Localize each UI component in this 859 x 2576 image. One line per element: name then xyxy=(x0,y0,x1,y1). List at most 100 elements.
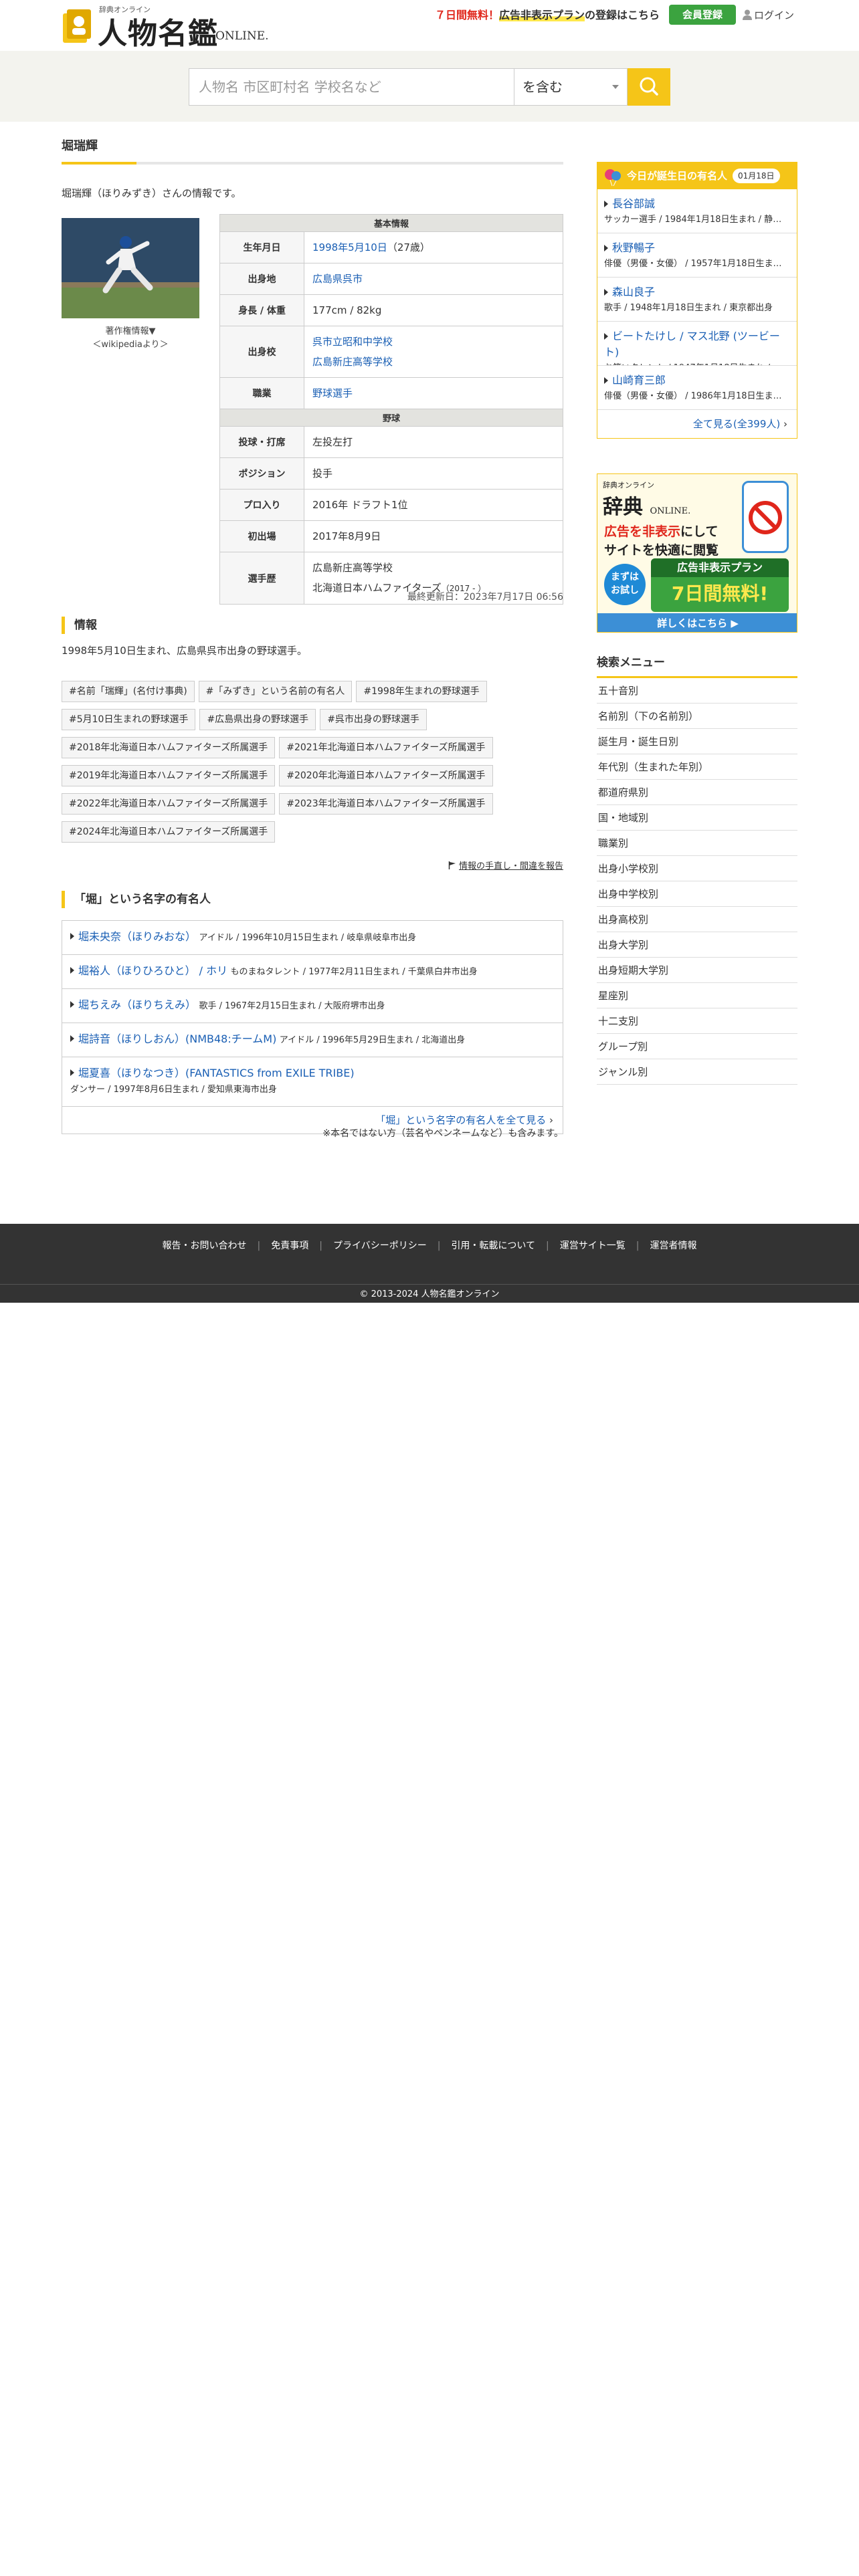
list-item: 堀未央奈（ほりみおな） アイドル / 1996年10月15日生まれ / 岐阜県岐… xyxy=(62,921,563,955)
tag[interactable]: #2018年北海道日本ハムファイターズ所属選手 xyxy=(62,737,276,758)
triangle-icon xyxy=(604,333,608,340)
copyright-info-link[interactable]: 著作権情報▼ xyxy=(62,325,199,338)
search-mode-select[interactable]: を含む xyxy=(514,68,628,106)
tag[interactable]: #「みずき」という名前の有名人 xyxy=(198,681,353,702)
ad-logo-small: 辞典オンライン xyxy=(603,481,654,490)
ad-banner[interactable]: 辞典オンライン 辞典 ONLINE. 広告を非表示にして サイトを快適に閲覧 まずは… xyxy=(597,473,797,633)
title-divider-accent xyxy=(62,162,136,165)
info-heading: 情報 xyxy=(62,617,97,634)
menu-item[interactable]: 出身短期大学別 xyxy=(597,958,797,983)
login-link[interactable]: ログイン xyxy=(743,8,794,22)
triangle-icon xyxy=(604,377,608,384)
list-item: 森山良子 歌手 / 1948年1月18日生まれ / 東京都出身 xyxy=(597,278,797,322)
menu-item[interactable]: 出身大学別 xyxy=(597,932,797,958)
person-meta: ものまねタレント / 1977年2月11日生まれ / 千葉県白井市出身 xyxy=(230,967,478,977)
birthdate-link[interactable]: 1998年5月10日 xyxy=(312,241,387,253)
menu-item[interactable]: 職業別 xyxy=(597,831,797,856)
footer-link[interactable]: 引用・転載について xyxy=(451,1241,535,1251)
footer-link[interactable]: 運営サイト一覧 xyxy=(560,1241,626,1251)
triangle-icon xyxy=(70,1035,74,1042)
site-header: 辞典オンライン 人物名鑑 ONLINE. ７日間無料！広告非表示プランの登録はこ… xyxy=(0,0,859,51)
search-mode-value: を含む xyxy=(522,79,563,95)
ad-cta-button[interactable]: 詳しくはこちら ▶ xyxy=(597,613,797,632)
menu-item[interactable]: 名前別（下の名前別） xyxy=(597,704,797,729)
person-photo[interactable] xyxy=(62,218,199,318)
list-item: 堀裕人（ほりひろひと） / ホリ ものまねタレント / 1977年2月11日生ま… xyxy=(62,955,563,989)
menu-item[interactable]: 年代別（生まれた年別） xyxy=(597,754,797,780)
school-link-1[interactable]: 呉市立昭和中学校 xyxy=(312,332,555,352)
person-link[interactable]: 堀夏喜（ほりなつき）(FANTASTICS from EXILE TRIBE) xyxy=(78,1067,355,1079)
person-link[interactable]: 森山良子 xyxy=(612,286,655,298)
ad-logo: 辞典オンライン辞典 ONLINE. xyxy=(603,479,690,520)
tag[interactable]: #2021年北海道日本ハムファイターズ所属選手 xyxy=(279,737,493,758)
birthday-see-all-link[interactable]: 全て見る(全399人) › xyxy=(597,410,797,438)
menu-item[interactable]: 出身小学校別 xyxy=(597,856,797,881)
tag[interactable]: #5月10日生まれの野球選手 xyxy=(62,709,196,730)
triangle-icon xyxy=(70,1069,74,1076)
list-item: 堀夏喜（ほりなつき）(FANTASTICS from EXILE TRIBE) ダ… xyxy=(62,1057,563,1107)
job-label: 職業 xyxy=(219,377,304,409)
menu-item[interactable]: 星座別 xyxy=(597,983,797,1008)
person-link[interactable]: 堀裕人（ほりひろひと） / ホリ xyxy=(78,964,227,977)
footer-link[interactable]: 運営者情報 xyxy=(650,1241,696,1251)
ad-try-1: まずは xyxy=(611,572,639,582)
promo-link[interactable]: ７日間無料！広告非表示プランの登録はこちら xyxy=(435,6,660,22)
menu-item[interactable]: 国・地域別 xyxy=(597,805,797,831)
person-link[interactable]: 山崎育三郎 xyxy=(612,374,666,387)
info-text: 1998年5月10日生まれ、広島県呉市出身の野球選手。 xyxy=(62,645,307,657)
menu-item[interactable]: 都道府県別 xyxy=(597,780,797,805)
school-link-2[interactable]: 広島新庄高等学校 xyxy=(312,352,555,372)
ad-logo-text: 辞典 xyxy=(603,496,643,519)
footer-link[interactable]: プライバシーポリシー xyxy=(333,1241,427,1251)
origin-link[interactable]: 広島県呉市 xyxy=(312,273,363,285)
ad-logo-online: ONLINE. xyxy=(650,506,691,516)
ad-line1-rest: にして xyxy=(680,524,719,539)
person-link[interactable]: 秋野暢子 xyxy=(612,241,655,254)
triangle-icon xyxy=(604,201,608,207)
tag[interactable]: #2024年北海道日本ハムファイターズ所属選手 xyxy=(62,821,276,843)
page-title: 堀瑞輝 xyxy=(62,139,98,153)
tag[interactable]: #2022年北海道日本ハムファイターズ所属選手 xyxy=(62,793,276,815)
tag-list: #名前「瑞輝」(名付け事典) #「みずき」という名前の有名人 #1998年生まれの野… xyxy=(62,681,563,849)
register-button[interactable]: 会員登録 xyxy=(669,5,736,25)
tag[interactable]: #呉市出身の野球選手 xyxy=(320,709,427,730)
menu-item[interactable]: 出身中学校別 xyxy=(597,881,797,907)
site-logo[interactable]: 辞典オンライン 人物名鑑 ONLINE. xyxy=(60,3,269,51)
person-link[interactable]: 堀詩音（ほりしおん）(NMB48:チームM) xyxy=(78,1033,276,1045)
tag[interactable]: #名前「瑞輝」(名付け事典) xyxy=(62,681,195,702)
search-bar: 人物名 市区町村名 学校名など を含む xyxy=(0,51,859,122)
job-link[interactable]: 野球選手 xyxy=(312,387,353,399)
menu-item[interactable]: 五十音別 xyxy=(597,678,797,704)
tag[interactable]: #2019年北海道日本ハムファイターズ所属選手 xyxy=(62,765,276,786)
menu-item[interactable]: 誕生月・誕生日別 xyxy=(597,729,797,754)
surname-list: 堀未央奈（ほりみおな） アイドル / 1996年10月15日生まれ / 岐阜県岐… xyxy=(62,920,563,1134)
birthday-date: 01月18日 xyxy=(733,169,780,183)
chevron-down-icon xyxy=(612,85,619,89)
pitcher-photo xyxy=(62,218,199,318)
menu-item[interactable]: 十二支別 xyxy=(597,1008,797,1034)
tag[interactable]: #広島県出身の野球選手 xyxy=(199,709,316,730)
tag[interactable]: #2020年北海道日本ハムファイターズ所属選手 xyxy=(279,765,493,786)
body-label: 身長 / 体重 xyxy=(219,294,304,326)
tag[interactable]: #2023年北海道日本ハムファイターズ所属選手 xyxy=(279,793,493,815)
list-item: 山崎育三郎俳優（男優・女優） / 1986年1月18日生まれ / 東京都町田市出… xyxy=(597,366,797,410)
person-link[interactable]: ビートたけし / マス北野 (ツービート) xyxy=(604,330,780,358)
ad-badge-1: 広告非表示プラン xyxy=(651,558,789,577)
position-value: 投手 xyxy=(304,457,563,490)
report-link[interactable]: 情報の手直し・間違を報告 xyxy=(62,859,563,871)
search-input[interactable]: 人物名 市区町村名 学校名など xyxy=(189,68,514,106)
tag[interactable]: #1998年生まれの野球選手 xyxy=(356,681,487,702)
menu-item[interactable]: 出身高校別 xyxy=(597,907,797,932)
search-menu: 五十音別 名前別（下の名前別） 誕生月・誕生日別 年代別（生まれた年別） 都道府… xyxy=(597,678,797,1085)
menu-item[interactable]: ジャンル別 xyxy=(597,1059,797,1085)
search-button[interactable] xyxy=(628,68,670,106)
menu-item[interactable]: グループ別 xyxy=(597,1034,797,1059)
person-link[interactable]: 長谷部誠 xyxy=(612,197,655,210)
footer-link[interactable]: 報告・お問い合わせ xyxy=(163,1241,247,1251)
footer-link[interactable]: 免責事項 xyxy=(271,1241,308,1251)
logo-title: 人物名鑑 xyxy=(98,17,218,51)
person-link[interactable]: 堀ちえみ（ほりちえみ） xyxy=(78,998,196,1011)
search-icon xyxy=(640,77,658,96)
person-link[interactable]: 堀未央奈（ほりみおな） xyxy=(78,930,196,943)
ad-try-2: お試し xyxy=(611,585,639,596)
